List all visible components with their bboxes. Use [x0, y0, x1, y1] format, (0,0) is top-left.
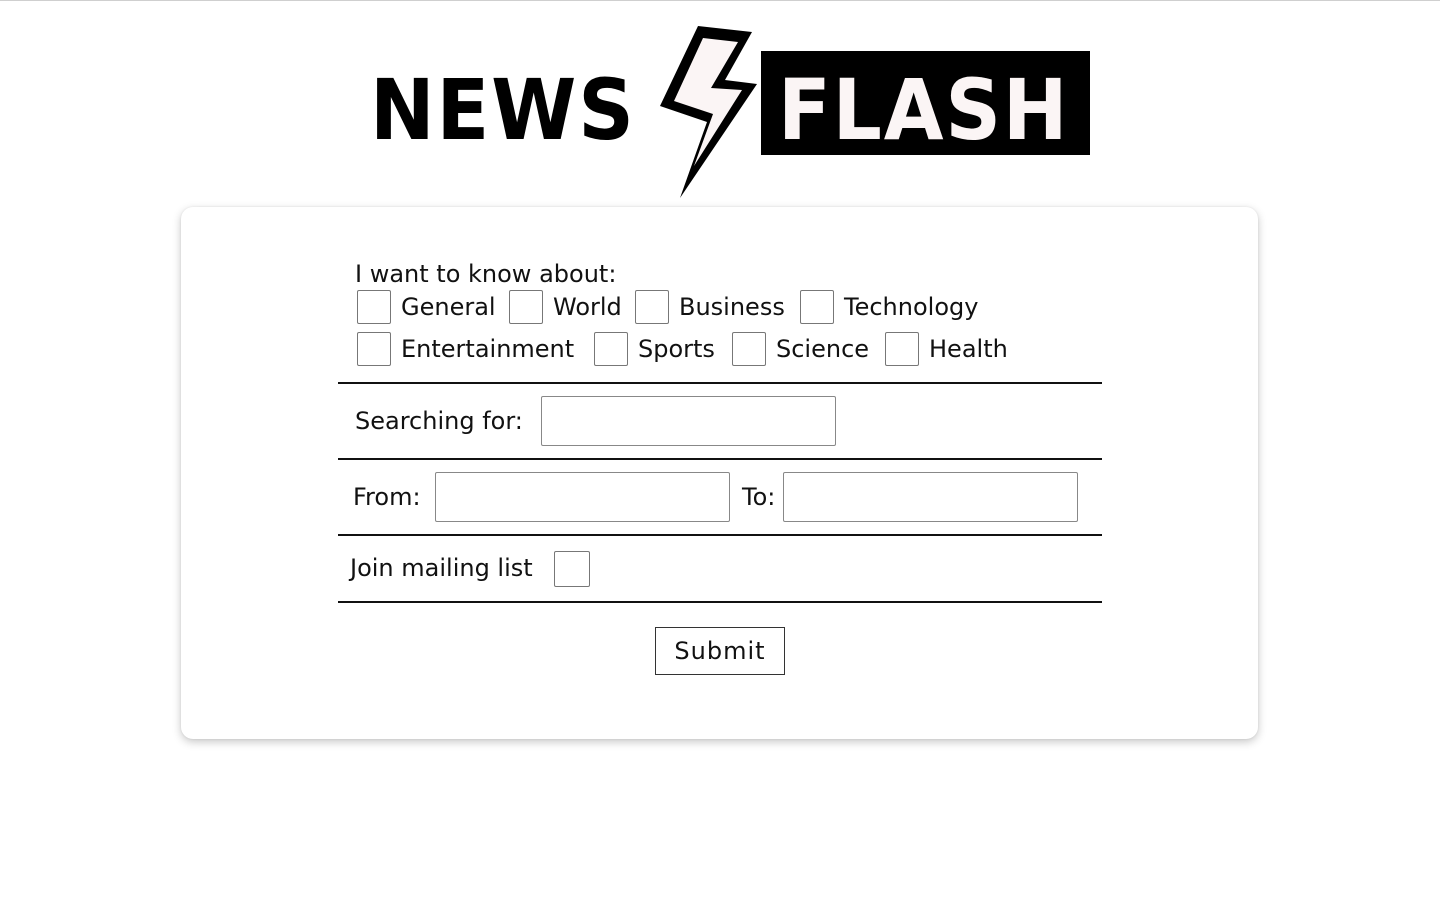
topic-label-technology: Technology: [844, 293, 979, 321]
logo-word-flash: FLASH: [778, 61, 1070, 159]
checkbox-science[interactable]: [732, 332, 766, 366]
checkbox-world[interactable]: [509, 290, 543, 324]
section-divider: [338, 458, 1102, 460]
checkbox-technology[interactable]: [800, 290, 834, 324]
checkbox-health[interactable]: [885, 332, 919, 366]
to-label: To:: [742, 483, 776, 511]
checkbox-sports[interactable]: [594, 332, 628, 366]
section-divider: [338, 601, 1102, 603]
topic-label-business: Business: [679, 293, 785, 321]
topic-label-general: General: [401, 293, 496, 321]
checkbox-entertainment[interactable]: [357, 332, 391, 366]
lightning-bolt-icon: [660, 26, 757, 198]
submit-button[interactable]: Submit: [655, 627, 785, 675]
mailing-list-label: Join mailing list: [350, 554, 533, 582]
topic-label-science: Science: [776, 335, 870, 363]
to-date-input[interactable]: [783, 472, 1078, 522]
logo-word-news: NEWS: [370, 61, 636, 159]
topic-label-entertainment: Entertainment: [401, 335, 575, 363]
news-flash-logo: NEWS FLASH: [360, 26, 1100, 201]
search-input[interactable]: [541, 396, 836, 446]
section-divider: [338, 534, 1102, 536]
topics-label: I want to know about:: [355, 260, 617, 288]
section-divider: [338, 382, 1102, 384]
checkbox-general[interactable]: [357, 290, 391, 324]
topic-label-health: Health: [929, 335, 1008, 363]
search-label: Searching for:: [355, 407, 523, 435]
topic-label-sports: Sports: [638, 335, 715, 363]
from-date-input[interactable]: [435, 472, 730, 522]
checkbox-business[interactable]: [635, 290, 669, 324]
mailing-list-checkbox[interactable]: [554, 551, 590, 587]
top-border: [0, 0, 1440, 1]
search-form-card: I want to know about: General World Busi…: [181, 207, 1258, 739]
from-label: From:: [353, 483, 421, 511]
topic-label-world: World: [553, 293, 622, 321]
